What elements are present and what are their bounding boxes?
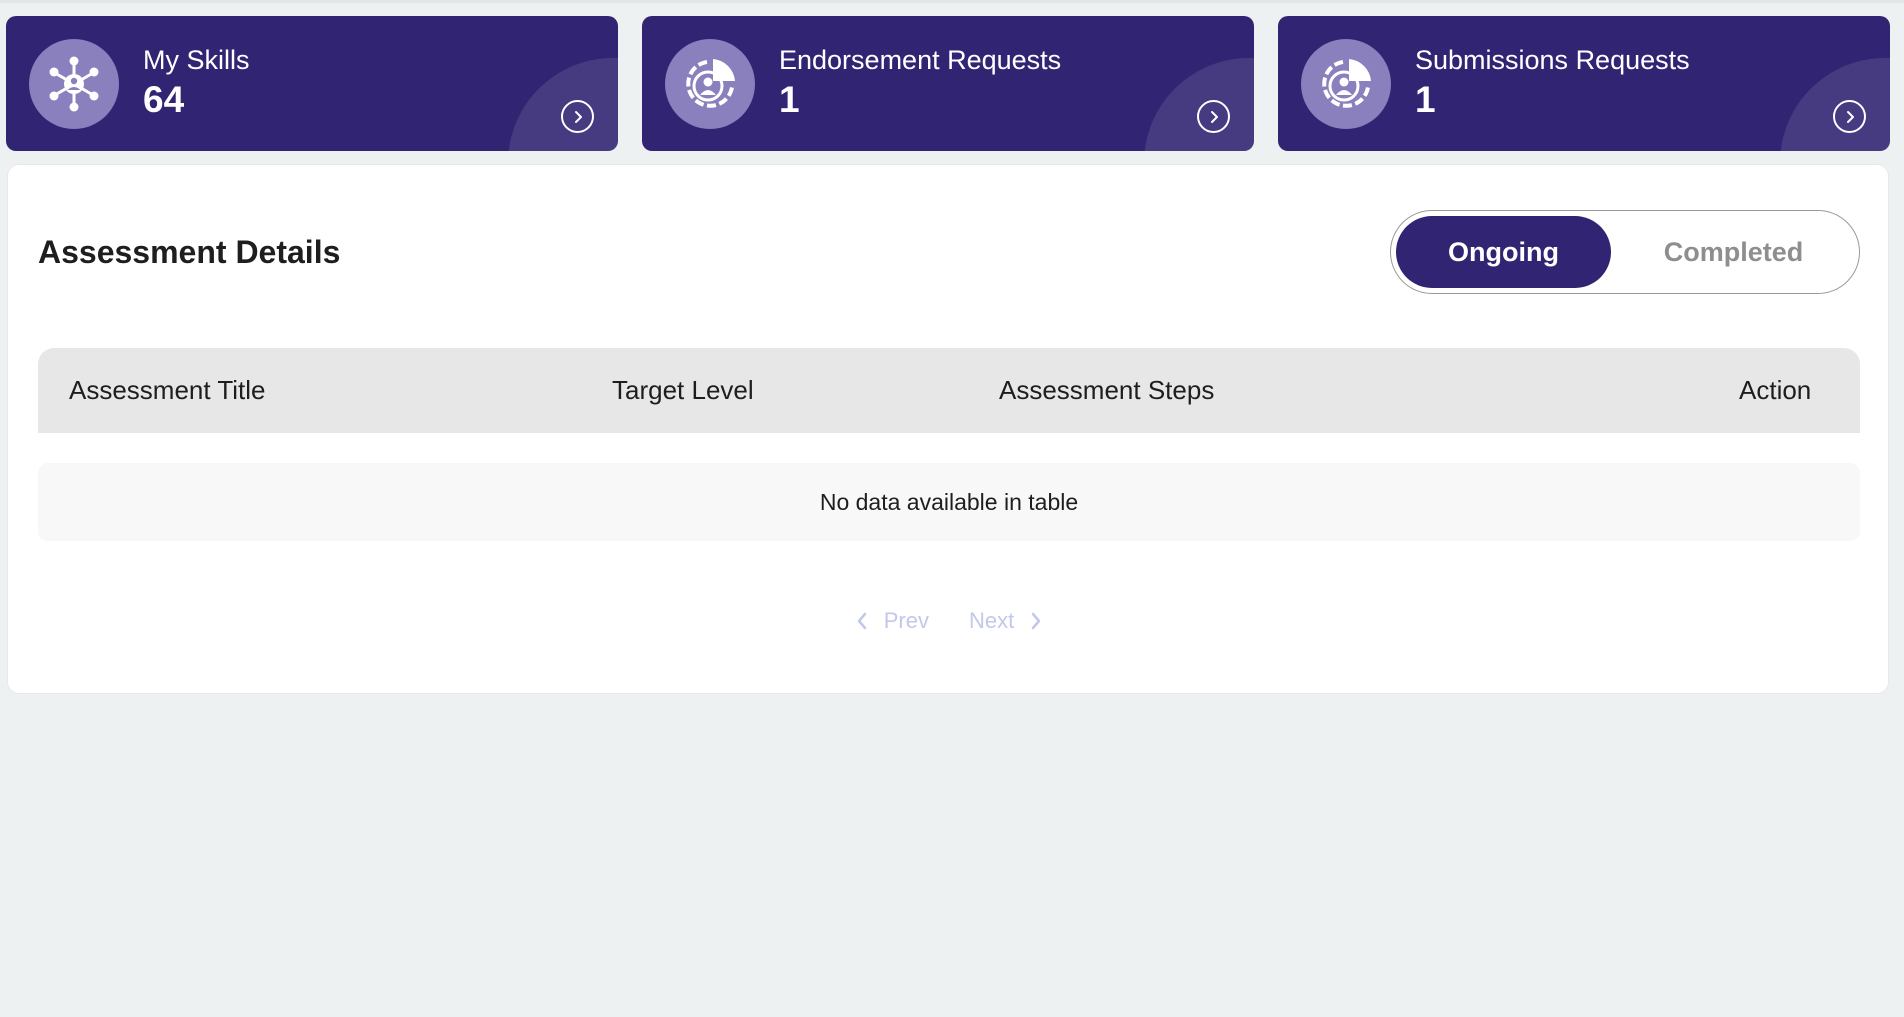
empty-table-message: No data available in table (38, 463, 1860, 541)
next-label: Next (969, 608, 1015, 633)
panel-title: Assessment Details (38, 234, 341, 270)
column-header-action[interactable]: Action (1739, 348, 1811, 433)
prev-label: Prev (883, 608, 929, 633)
chevron-right-circle-icon[interactable] (1197, 100, 1230, 133)
card-title: My Skills (143, 45, 250, 75)
card-submissions-requests[interactable]: Submissions Requests 1 (1278, 16, 1890, 151)
card-decoration (1144, 58, 1254, 151)
pagination: Prev Next (8, 601, 1890, 641)
card-count: 64 (143, 79, 185, 120)
column-header-assessment-title[interactable]: Assessment Title (69, 348, 266, 433)
chevron-left-icon (857, 612, 866, 630)
card-title: Endorsement Requests (779, 45, 1062, 75)
card-decoration (1780, 58, 1890, 151)
network-hub-icon (29, 39, 119, 129)
tab-completed[interactable]: Completed (1616, 216, 1851, 288)
chevron-right-circle-icon[interactable] (1833, 100, 1866, 133)
card-count: 1 (779, 79, 800, 120)
assessment-details-panel: Assessment Details Ongoing Completed Ass… (7, 164, 1889, 694)
next-button[interactable]: Next (969, 608, 1042, 634)
prev-button[interactable]: Prev (856, 608, 929, 634)
status-toggle: Ongoing Completed (1390, 210, 1860, 294)
top-border (0, 0, 1904, 3)
card-endorsement-requests[interactable]: Endorsement Requests 1 (642, 16, 1254, 151)
column-header-target-level[interactable]: Target Level (612, 348, 754, 433)
card-decoration (508, 58, 618, 151)
column-header-assessment-steps[interactable]: Assessment Steps (999, 348, 1214, 433)
chevron-right-circle-icon[interactable] (561, 100, 594, 133)
card-title: Submissions Requests (1415, 45, 1690, 75)
chevron-right-icon (1032, 612, 1041, 630)
user-target-pie-icon (665, 39, 755, 129)
table-header: Assessment Title Target Level Assessment… (38, 348, 1860, 433)
summary-cards: My Skills 64 Endorsement Requests 1 Subm… (6, 16, 1890, 151)
tab-ongoing[interactable]: Ongoing (1396, 216, 1611, 288)
card-count: 1 (1415, 79, 1436, 120)
user-target-pie-icon (1301, 39, 1391, 129)
card-my-skills[interactable]: My Skills 64 (6, 16, 618, 151)
